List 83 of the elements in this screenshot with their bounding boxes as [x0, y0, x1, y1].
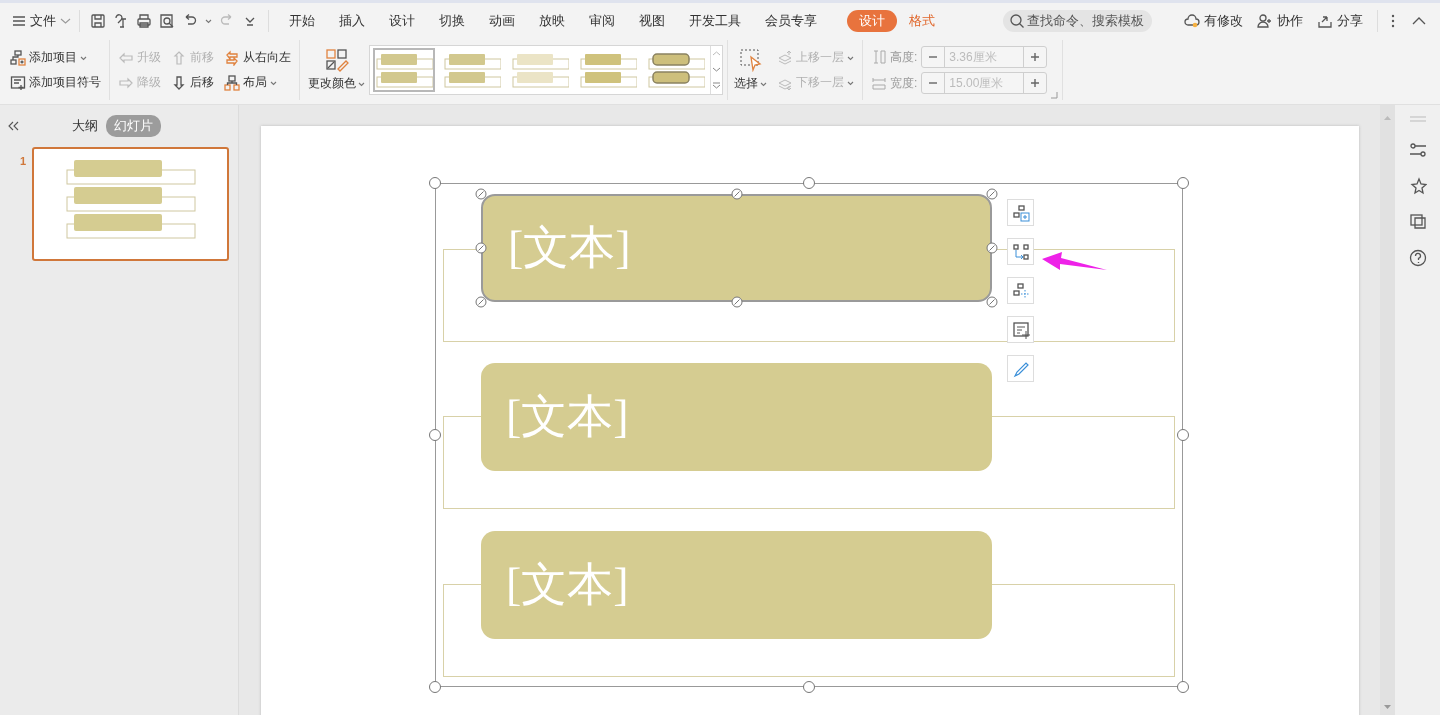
smartart-tool-button[interactable] [1007, 238, 1034, 265]
resize-handle[interactable] [1177, 429, 1189, 441]
width-icon [871, 75, 887, 91]
change-layout-icon [1011, 242, 1030, 261]
resize-handle[interactable] [475, 188, 487, 200]
text-pane-icon [1011, 320, 1030, 339]
chevron-icon [60, 16, 71, 25]
ribbon-button[interactable]: 添加项目 [10, 48, 101, 67]
resize-handle[interactable] [475, 296, 487, 308]
menu-icon [12, 14, 26, 27]
slide-number: 1 [20, 155, 27, 169]
help-icon[interactable] [1408, 249, 1427, 267]
ribbon-tab[interactable]: 设计 [377, 9, 427, 32]
ribbon-button[interactable]: 更改颜色 [308, 47, 365, 93]
toolbar-action[interactable]: 有修改 [1184, 11, 1243, 30]
annotation-arrow [1042, 252, 1107, 270]
search-icon [1009, 12, 1025, 29]
ribbon-tab[interactable]: 开始 [277, 9, 327, 32]
resize-handle[interactable] [429, 177, 441, 189]
toolbar-action[interactable]: 分享 [1317, 11, 1363, 30]
resize-handle[interactable] [429, 429, 441, 441]
org-add-icon [10, 49, 26, 66]
resize-handle[interactable] [986, 242, 998, 254]
move-shape-icon [1011, 281, 1030, 300]
sliders-icon[interactable] [1408, 141, 1427, 159]
smartart-tool-button[interactable] [1007, 199, 1034, 226]
ribbon-button[interactable]: 添加项目符号 [10, 73, 101, 92]
resize-handle[interactable] [730, 188, 743, 200]
print-preview-icon[interactable] [159, 12, 175, 29]
scroll-down-icon[interactable] [1383, 704, 1392, 710]
field-label: 宽度: [890, 74, 918, 92]
slides-icon[interactable] [1408, 213, 1427, 231]
user-add-icon [1257, 12, 1273, 29]
resize-handle[interactable] [803, 681, 815, 693]
collapse-icon[interactable] [1412, 15, 1426, 26]
hierarchy-icon [224, 74, 240, 91]
resize-handle[interactable] [1177, 681, 1189, 693]
search-field[interactable]: 查找命令、搜索模板 [1003, 9, 1152, 32]
ribbon-tab[interactable]: 视图 [627, 9, 677, 32]
select-icon [738, 48, 763, 72]
swap-arrows-icon [224, 49, 240, 66]
print-icon[interactable] [136, 12, 152, 29]
field-label: 高度: [890, 48, 918, 66]
height-icon [871, 49, 887, 65]
cloud-icon [1184, 12, 1200, 29]
smartart-tool-button[interactable] [1007, 316, 1034, 343]
down-arrow-icon [171, 74, 187, 91]
resize-handle[interactable] [986, 188, 998, 200]
ribbon-tab[interactable]: 动画 [477, 9, 527, 32]
ribbon-tab[interactable]: 插入 [327, 9, 377, 32]
resize-handle[interactable] [803, 177, 815, 189]
caret-icon [205, 17, 212, 24]
ribbon-tab[interactable]: 会员专享 [753, 9, 829, 32]
dialog-launcher-icon [1051, 92, 1059, 99]
ribbon-button[interactable]: 从右向左 [224, 48, 291, 67]
ribbon-button[interactable]: 后移 [171, 73, 214, 92]
resize-handle[interactable] [429, 681, 441, 693]
toolbar-action[interactable]: 协作 [1257, 11, 1303, 30]
save-icon[interactable] [90, 12, 106, 29]
ribbon-tab[interactable]: 切换 [427, 9, 477, 32]
resize-handle[interactable] [730, 296, 743, 308]
slide-thumbnail[interactable] [32, 147, 230, 261]
panel-tab[interactable]: 大纲 [72, 115, 98, 137]
layers-icon [777, 49, 793, 66]
grip-icon[interactable] [1408, 115, 1427, 123]
palette-grid-icon [324, 48, 349, 72]
ribbon-tab[interactable]: 放映 [527, 9, 577, 32]
shape-add-icon [1011, 203, 1030, 222]
up-arrow-icon [171, 49, 187, 66]
ribbon-tab[interactable]: 开发工具 [677, 9, 753, 32]
smartart-tool-button[interactable] [1007, 355, 1034, 382]
resize-handle[interactable] [986, 296, 998, 308]
collapse-panel-icon[interactable] [8, 121, 20, 131]
list-add-icon [10, 74, 26, 91]
star-icon[interactable] [1408, 177, 1427, 195]
file-menu[interactable]: 文件 [12, 11, 71, 30]
smartart-tool-button[interactable] [1007, 277, 1034, 304]
resize-handle[interactable] [1177, 177, 1189, 189]
style-thumbnail[interactable] [373, 48, 435, 92]
ribbon-button[interactable]: 布局 [224, 73, 291, 92]
resize-handle[interactable] [475, 242, 487, 254]
ribbon-button[interactable]: 选择 [734, 47, 767, 93]
ribbon-tab[interactable]: 审阅 [577, 9, 627, 32]
